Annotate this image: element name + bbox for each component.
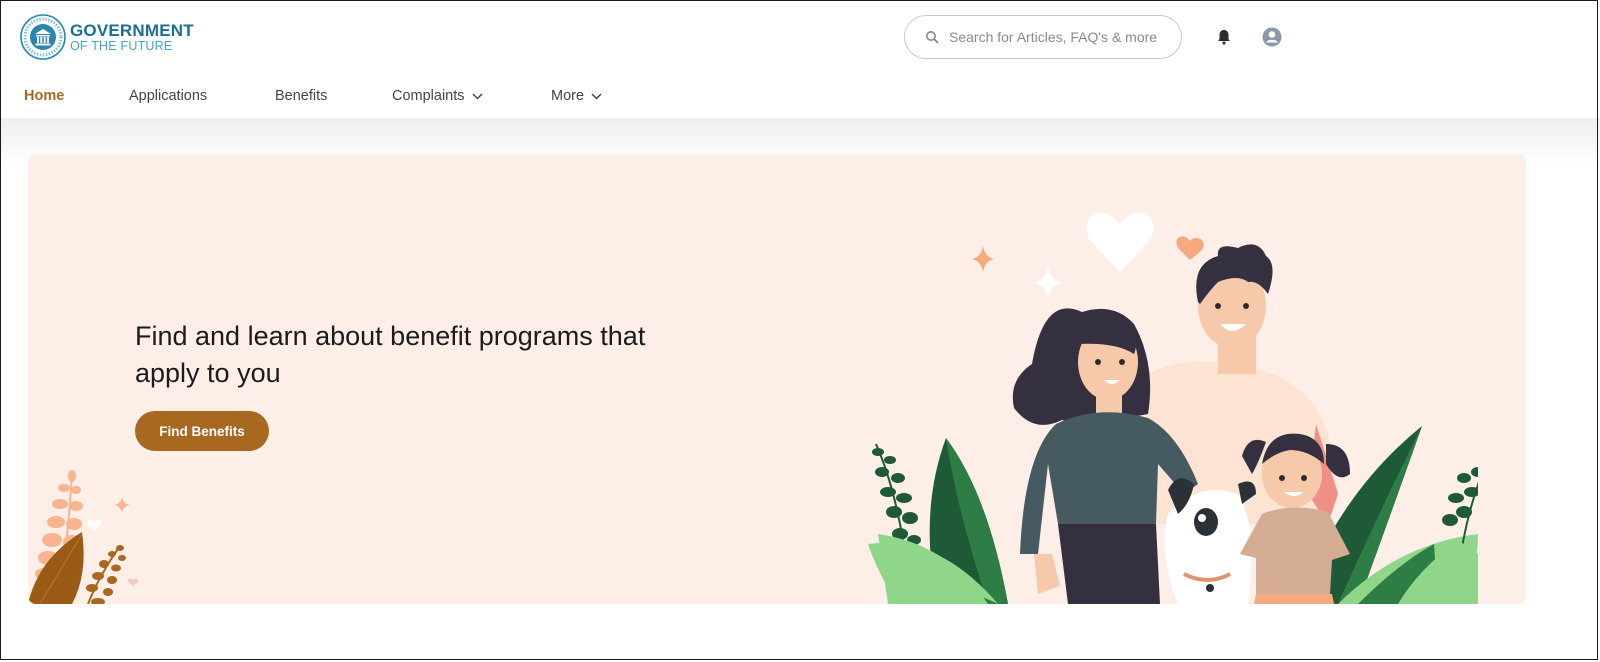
search-bar[interactable] — [904, 15, 1182, 59]
heart-icon — [1086, 213, 1154, 272]
brown-fern-icon — [86, 545, 126, 604]
nav-item-home[interactable]: Home — [24, 88, 64, 104]
autumn-leaves-decoration — [28, 470, 139, 604]
nav-item-label: Home — [24, 88, 65, 104]
hero-banner: Find and learn about benefit programs th… — [28, 154, 1526, 604]
chevron-down-icon — [591, 93, 602, 100]
heart-icon — [1176, 236, 1204, 260]
search-input[interactable] — [947, 28, 1176, 46]
nav-item-complaints[interactable]: Complaints — [392, 88, 483, 104]
bell-icon[interactable] — [1215, 28, 1233, 46]
main-nav: Home Applications Benefits Complaints Mo… — [0, 80, 700, 114]
government-seal-icon — [20, 14, 66, 60]
chevron-down-icon — [472, 93, 483, 100]
nav-item-more[interactable]: More — [551, 88, 602, 104]
user-avatar-icon[interactable] — [1262, 27, 1282, 47]
nav-item-label: Applications — [129, 88, 208, 104]
hero-title: Find and learn about benefit programs th… — [135, 321, 646, 388]
nav-item-label: More — [551, 88, 585, 104]
sparkle-icon — [972, 246, 994, 272]
find-benefits-button[interactable]: Find Benefits — [135, 411, 269, 451]
sparkle-icon — [1034, 266, 1062, 300]
heart-icon — [127, 578, 139, 586]
logo-title: GOVERNMENT — [70, 20, 194, 40]
logo-subtitle: OF THE FUTURE — [70, 38, 173, 53]
nav-item-label: Benefits — [275, 88, 328, 104]
nav-item-applications[interactable]: Applications — [129, 88, 207, 104]
nav-item-benefits[interactable]: Benefits — [275, 88, 327, 104]
dog-figure — [1164, 478, 1256, 604]
family-with-dog-illustration — [868, 213, 1478, 604]
sparkle-icon — [114, 497, 130, 513]
heart-icon — [86, 519, 102, 531]
search-icon — [926, 31, 939, 44]
site-header: GOVERNMENT OF THE FUTURE Home Applicatio… — [0, 0, 1600, 118]
nav-item-label: Complaints — [392, 88, 465, 104]
site-logo[interactable]: GOVERNMENT OF THE FUTURE — [20, 14, 194, 60]
